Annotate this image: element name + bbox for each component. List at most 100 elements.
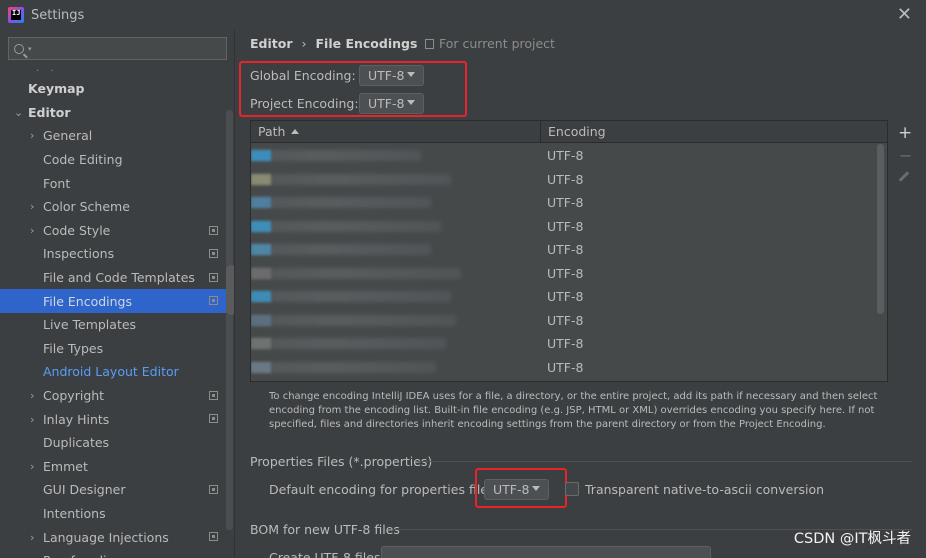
chevron-down-icon[interactable]: ⌄: [14, 106, 23, 119]
transparent-native-to-ascii-checkbox[interactable]: [565, 482, 579, 496]
blurred-path-icon: [251, 150, 271, 161]
global-encoding-select[interactable]: UTF-8: [359, 65, 424, 86]
encoding-cell[interactable]: UTF-8: [547, 195, 583, 210]
properties-encoding-value: UTF-8: [493, 482, 530, 497]
path-encoding-table: Path Encoding UTF-8 UTF-8 UTF-8 UTF-8 UTF-8 U…: [250, 120, 888, 382]
table-row[interactable]: UTF-8: [251, 356, 887, 380]
edit-icon[interactable]: [898, 171, 910, 182]
project-scope-icon: [209, 249, 218, 259]
blurred-path-icon: [251, 314, 271, 326]
create-utf8-files-label: Create UTF-8 files:: [269, 550, 385, 558]
encoding-cell[interactable]: UTF-8: [547, 313, 583, 328]
encoding-cell[interactable]: UTF-8: [547, 148, 583, 163]
encoding-cell[interactable]: UTF-8: [547, 266, 583, 281]
sidebar-item-inspections[interactable]: Inspections: [0, 242, 234, 266]
default-properties-encoding-label: Default encoding for properties files:: [269, 482, 499, 497]
blurred-path-cell: [251, 314, 456, 326]
chevron-right-icon[interactable]: ›: [30, 531, 34, 544]
table-scrollbar[interactable]: [877, 144, 884, 314]
table-row[interactable]: UTF-8: [251, 215, 887, 239]
encoding-cell[interactable]: UTF-8: [547, 360, 583, 375]
sidebar-item-label: Inspections: [43, 246, 115, 262]
chevron-right-icon[interactable]: ›: [30, 413, 34, 426]
blurred-path-cell: [251, 291, 451, 302]
encoding-cell[interactable]: UTF-8: [547, 172, 583, 187]
encoding-cell[interactable]: UTF-8: [547, 289, 583, 304]
sidebar-item-proofreading[interactable]: › Proofreading: [0, 549, 234, 558]
sidebar-item-code-style[interactable]: › Code Style: [0, 219, 234, 243]
sidebar-item-label: Live Templates: [43, 317, 137, 333]
chevron-right-icon[interactable]: ›: [30, 200, 34, 213]
table-row[interactable]: UTF-8: [251, 191, 887, 215]
sidebar-item-label: Android Layout Editor: [43, 364, 179, 380]
add-icon[interactable]: +: [898, 123, 912, 143]
sidebar-item-label: Intentions: [43, 506, 106, 522]
sidebar-item-label: Proofreading: [43, 553, 122, 558]
project-scope-icon: [209, 390, 218, 400]
sidebar-item-code-editing[interactable]: Code Editing: [0, 148, 234, 172]
scope-indicator: For current project: [425, 36, 555, 51]
blurred-path-icon: [251, 244, 271, 255]
project-scope-icon: [425, 38, 434, 49]
window-title: Settings: [31, 7, 85, 23]
close-icon[interactable]: ✕: [897, 4, 912, 25]
table-row[interactable]: UTF-8: [251, 309, 887, 333]
sidebar-item-general[interactable]: › General: [0, 124, 234, 148]
chevron-right-icon[interactable]: ›: [30, 389, 34, 402]
project-encoding-value: UTF-8: [368, 96, 405, 111]
sidebar-item-gui-designer[interactable]: GUI Designer: [0, 478, 234, 502]
properties-encoding-select[interactable]: UTF-8: [484, 479, 549, 500]
blurred-path-cell: [251, 338, 446, 349]
remove-icon[interactable]: −: [899, 146, 912, 165]
table-row[interactable]: UTF-8: [251, 144, 887, 168]
sidebar-item-file-types[interactable]: File Types: [0, 337, 234, 361]
sidebar-item-editor[interactable]: ⌄ Editor: [0, 101, 234, 125]
sidebar-item-file-and-code-templates[interactable]: File and Code Templates: [0, 266, 234, 290]
chevron-right-icon[interactable]: ›: [30, 460, 34, 473]
encoding-cell[interactable]: UTF-8: [547, 336, 583, 351]
project-encoding-select[interactable]: UTF-8: [359, 93, 424, 114]
blurred-path-icon: [251, 267, 271, 279]
sidebar-item-color-scheme[interactable]: › Color Scheme: [0, 195, 234, 219]
properties-section-title: Properties Files (*.properties): [250, 454, 433, 469]
sidebar-item-intentions[interactable]: Intentions: [0, 502, 234, 526]
sidebar-item-copyright[interactable]: › Copyright: [0, 384, 234, 408]
search-icon: [14, 43, 24, 54]
sidebar-item-language-injections[interactable]: › Language Injections: [0, 525, 234, 549]
table-row[interactable]: UTF-8: [251, 238, 887, 262]
sidebar-splitter-handle[interactable]: [226, 265, 234, 315]
sidebar-item-duplicates[interactable]: Duplicates: [0, 431, 234, 455]
table-row[interactable]: UTF-8: [251, 262, 887, 286]
project-scope-icon: [209, 532, 218, 542]
sidebar-item-emmet[interactable]: › Emmet: [0, 455, 234, 479]
chevron-right-icon[interactable]: ›: [30, 129, 34, 142]
sidebar-item-label: Font: [43, 175, 71, 191]
sidebar-item-font[interactable]: Font: [0, 171, 234, 195]
encoding-cell[interactable]: UTF-8: [547, 242, 583, 257]
encoding-help-text: To change encoding IntelliJ IDEA uses fo…: [269, 391, 878, 430]
table-row[interactable]: UTF-8: [251, 332, 887, 356]
scope-label: For current project: [439, 36, 555, 51]
column-header-path[interactable]: Path: [251, 121, 541, 143]
project-scope-icon: [209, 225, 218, 235]
file-encodings-panel: Editor › File Encodings For current proj…: [236, 30, 926, 558]
sidebar-item-android-layout-editor[interactable]: Android Layout Editor: [0, 360, 234, 384]
encoding-cell[interactable]: UTF-8: [547, 219, 583, 234]
column-header-encoding[interactable]: Encoding: [541, 121, 887, 143]
table-row[interactable]: UTF-8: [251, 168, 887, 192]
sidebar-item-label: File Encodings: [43, 293, 133, 309]
sidebar-item-label: Keymap: [28, 81, 85, 97]
watermark: CSDN @IT枫斗者: [793, 531, 911, 547]
table-row[interactable]: UTF-8: [251, 285, 887, 309]
chevron-right-icon[interactable]: ›: [30, 224, 34, 237]
sidebar-item-file-encodings[interactable]: File Encodings: [0, 289, 234, 313]
sidebar-item-keymap[interactable]: Keymap: [0, 77, 234, 101]
search-input[interactable]: ▾: [8, 37, 227, 60]
sidebar-item-inlay-hints[interactable]: › Inlay Hints: [0, 407, 234, 431]
chevron-right-icon[interactable]: ›: [30, 554, 34, 558]
sidebar-item-live-templates[interactable]: Live Templates: [0, 313, 234, 337]
project-scope-icon: [209, 272, 218, 282]
create-utf8-files-select[interactable]: [381, 546, 711, 558]
chevron-down-icon: [532, 486, 540, 491]
sidebar-scrollbar[interactable]: [226, 110, 233, 530]
